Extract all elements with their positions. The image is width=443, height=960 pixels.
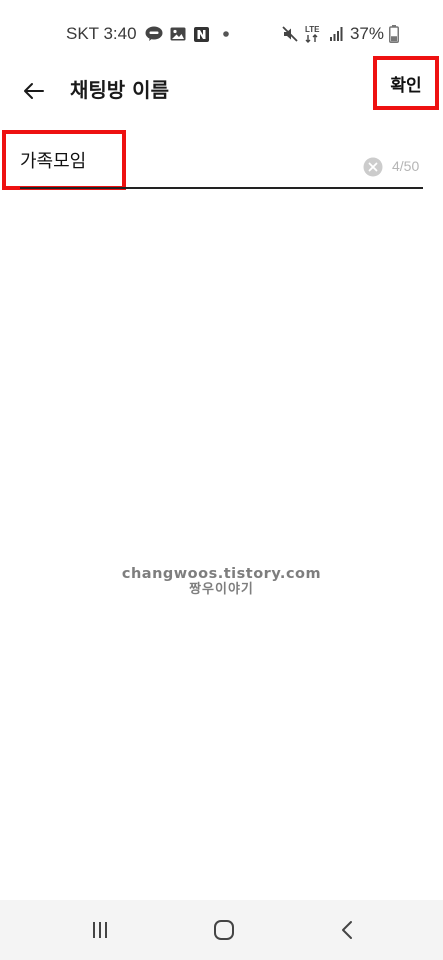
watermark: changwoos.tistory.com 짱우이야기 [0, 566, 443, 598]
signal-icon [327, 25, 345, 43]
page-title: 채팅방 이름 [70, 78, 169, 102]
chat-name-input-row: 가족모임 4/50 [0, 130, 443, 192]
status-right: LTE 37% [281, 22, 399, 46]
back-button[interactable] [20, 77, 48, 105]
back-icon [342, 921, 352, 939]
input-underline [20, 187, 423, 189]
recent-apps-button[interactable] [86, 916, 114, 944]
char-counter: 4/50 [392, 158, 420, 174]
watermark-name: 짱우이야기 [189, 582, 254, 597]
nav-back-button[interactable] [334, 916, 362, 944]
arrow-left-icon [24, 83, 44, 99]
navigation-bar [0, 900, 443, 960]
battery-percent: 37% [349, 24, 384, 43]
more-dot-icon [217, 25, 235, 43]
battery-icon [389, 25, 399, 43]
recent-apps-icon [93, 922, 107, 938]
naver-icon [193, 25, 211, 43]
status-left: SKT 3:40 [66, 22, 235, 46]
home-icon [214, 920, 234, 940]
app-bar: 채팅방 이름 확인 [0, 56, 443, 114]
clear-input-button[interactable] [363, 157, 383, 177]
watermark-url: changwoos.tistory.com [121, 566, 322, 582]
gallery-icon [169, 25, 187, 43]
confirm-button[interactable]: 확인 [373, 56, 439, 110]
clear-icon [363, 157, 383, 177]
lte-icon: LTE [304, 25, 322, 43]
talk-chat-icon [145, 25, 163, 43]
carrier-time: SKT 3:40 [66, 24, 137, 43]
network-label: LTE [305, 25, 320, 34]
chat-name-input[interactable]: 가족모임 [2, 130, 126, 190]
home-button[interactable] [210, 916, 238, 944]
mute-icon [281, 25, 299, 43]
